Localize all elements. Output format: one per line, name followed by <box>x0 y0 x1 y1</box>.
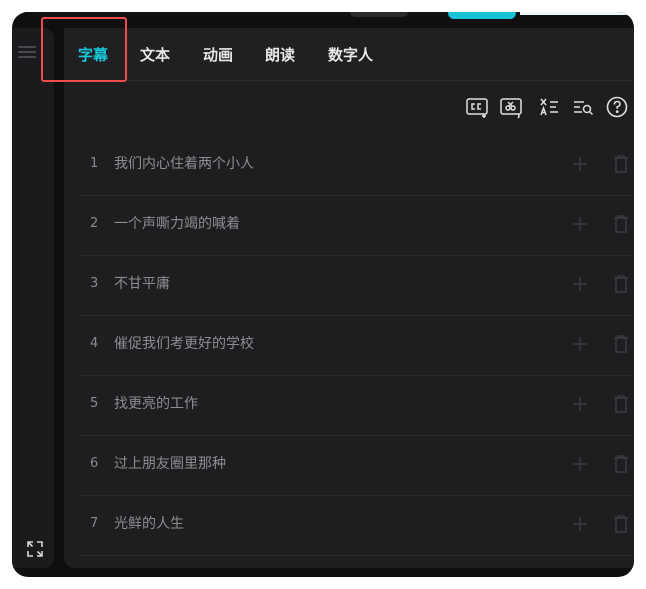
translate-icon[interactable] <box>536 94 562 120</box>
help-icon[interactable] <box>604 94 630 120</box>
subtitle-index: 4 <box>90 336 99 351</box>
subtitle-row[interactable]: 3 不甘平庸 <box>78 256 634 316</box>
search-replace-icon[interactable] <box>570 94 596 120</box>
subtitle-index: 2 <box>90 216 99 231</box>
subtitle-row[interactable]: 4 催促我们考更好的学校 <box>78 316 634 376</box>
subtitle-index: 6 <box>90 456 99 471</box>
delete-icon[interactable] <box>613 275 629 293</box>
delete-icon[interactable] <box>613 515 629 533</box>
delete-icon[interactable] <box>613 215 629 233</box>
caption-audio-icon[interactable] <box>498 94 524 120</box>
top-highlight <box>520 12 634 15</box>
subtitle-text[interactable]: 光鲜的人生 <box>114 515 184 533</box>
tab-read-aloud[interactable]: 朗读 <box>265 44 295 66</box>
subtitle-text[interactable]: 不甘平庸 <box>114 275 170 293</box>
subtitle-list: 1 我们内心住着两个小人 2 一个声嘶力竭的喊着 3 不甘平庸 4 催促我们考更… <box>78 136 634 556</box>
tab-text[interactable]: 文本 <box>140 44 170 66</box>
subtitle-text[interactable]: 找更亮的工作 <box>114 395 198 413</box>
subtitle-text[interactable]: 催促我们考更好的学校 <box>114 335 254 353</box>
subtitle-row[interactable]: 1 我们内心住着两个小人 <box>78 136 634 196</box>
tab-digital-human[interactable]: 数字人 <box>328 44 373 66</box>
add-icon[interactable] <box>572 216 588 232</box>
delete-icon[interactable] <box>613 155 629 173</box>
delete-icon[interactable] <box>613 335 629 353</box>
subtitle-row[interactable]: 6 过上朋友圈里那种 <box>78 436 634 496</box>
subtitle-index: 1 <box>90 156 99 171</box>
add-icon[interactable] <box>572 516 588 532</box>
top-control[interactable] <box>350 12 408 17</box>
add-icon[interactable] <box>572 396 588 412</box>
subtitle-text[interactable]: 我们内心住着两个小人 <box>114 155 254 173</box>
menu-icon[interactable] <box>18 44 36 60</box>
delete-icon[interactable] <box>613 455 629 473</box>
subtitle-row[interactable]: 2 一个声嘶力竭的喊着 <box>78 196 634 256</box>
subtitle-index: 7 <box>90 516 99 531</box>
subtitle-toolbar <box>464 94 634 120</box>
app-window: 字幕 文本 动画 朗读 数字人 1 我们内心住着两个小人 2 一个声嘶力竭的喊着… <box>12 12 634 577</box>
subtitle-index: 5 <box>90 396 99 411</box>
subtitle-panel: 字幕 文本 动画 朗读 数字人 1 我们内心住着两个小人 2 一个声嘶力竭的喊着… <box>64 28 634 568</box>
add-icon[interactable] <box>572 456 588 472</box>
left-rail <box>12 28 54 568</box>
subtitle-text[interactable]: 过上朋友圈里那种 <box>114 455 226 473</box>
export-button[interactable] <box>448 12 516 19</box>
subtitle-row[interactable]: 7 光鲜的人生 <box>78 496 634 556</box>
add-icon[interactable] <box>572 336 588 352</box>
annotation-highlight-box <box>41 17 127 82</box>
add-icon[interactable] <box>572 276 588 292</box>
subtitle-index: 3 <box>90 276 99 291</box>
delete-icon[interactable] <box>613 395 629 413</box>
caption-recognize-icon[interactable] <box>464 94 490 120</box>
add-icon[interactable] <box>572 156 588 172</box>
tab-animation[interactable]: 动画 <box>203 44 233 66</box>
subtitle-text[interactable]: 一个声嘶力竭的喊着 <box>114 215 240 233</box>
expand-icon[interactable] <box>25 539 45 559</box>
tab-bar: 字幕 文本 动画 朗读 数字人 <box>64 28 634 81</box>
subtitle-row[interactable]: 5 找更亮的工作 <box>78 376 634 436</box>
